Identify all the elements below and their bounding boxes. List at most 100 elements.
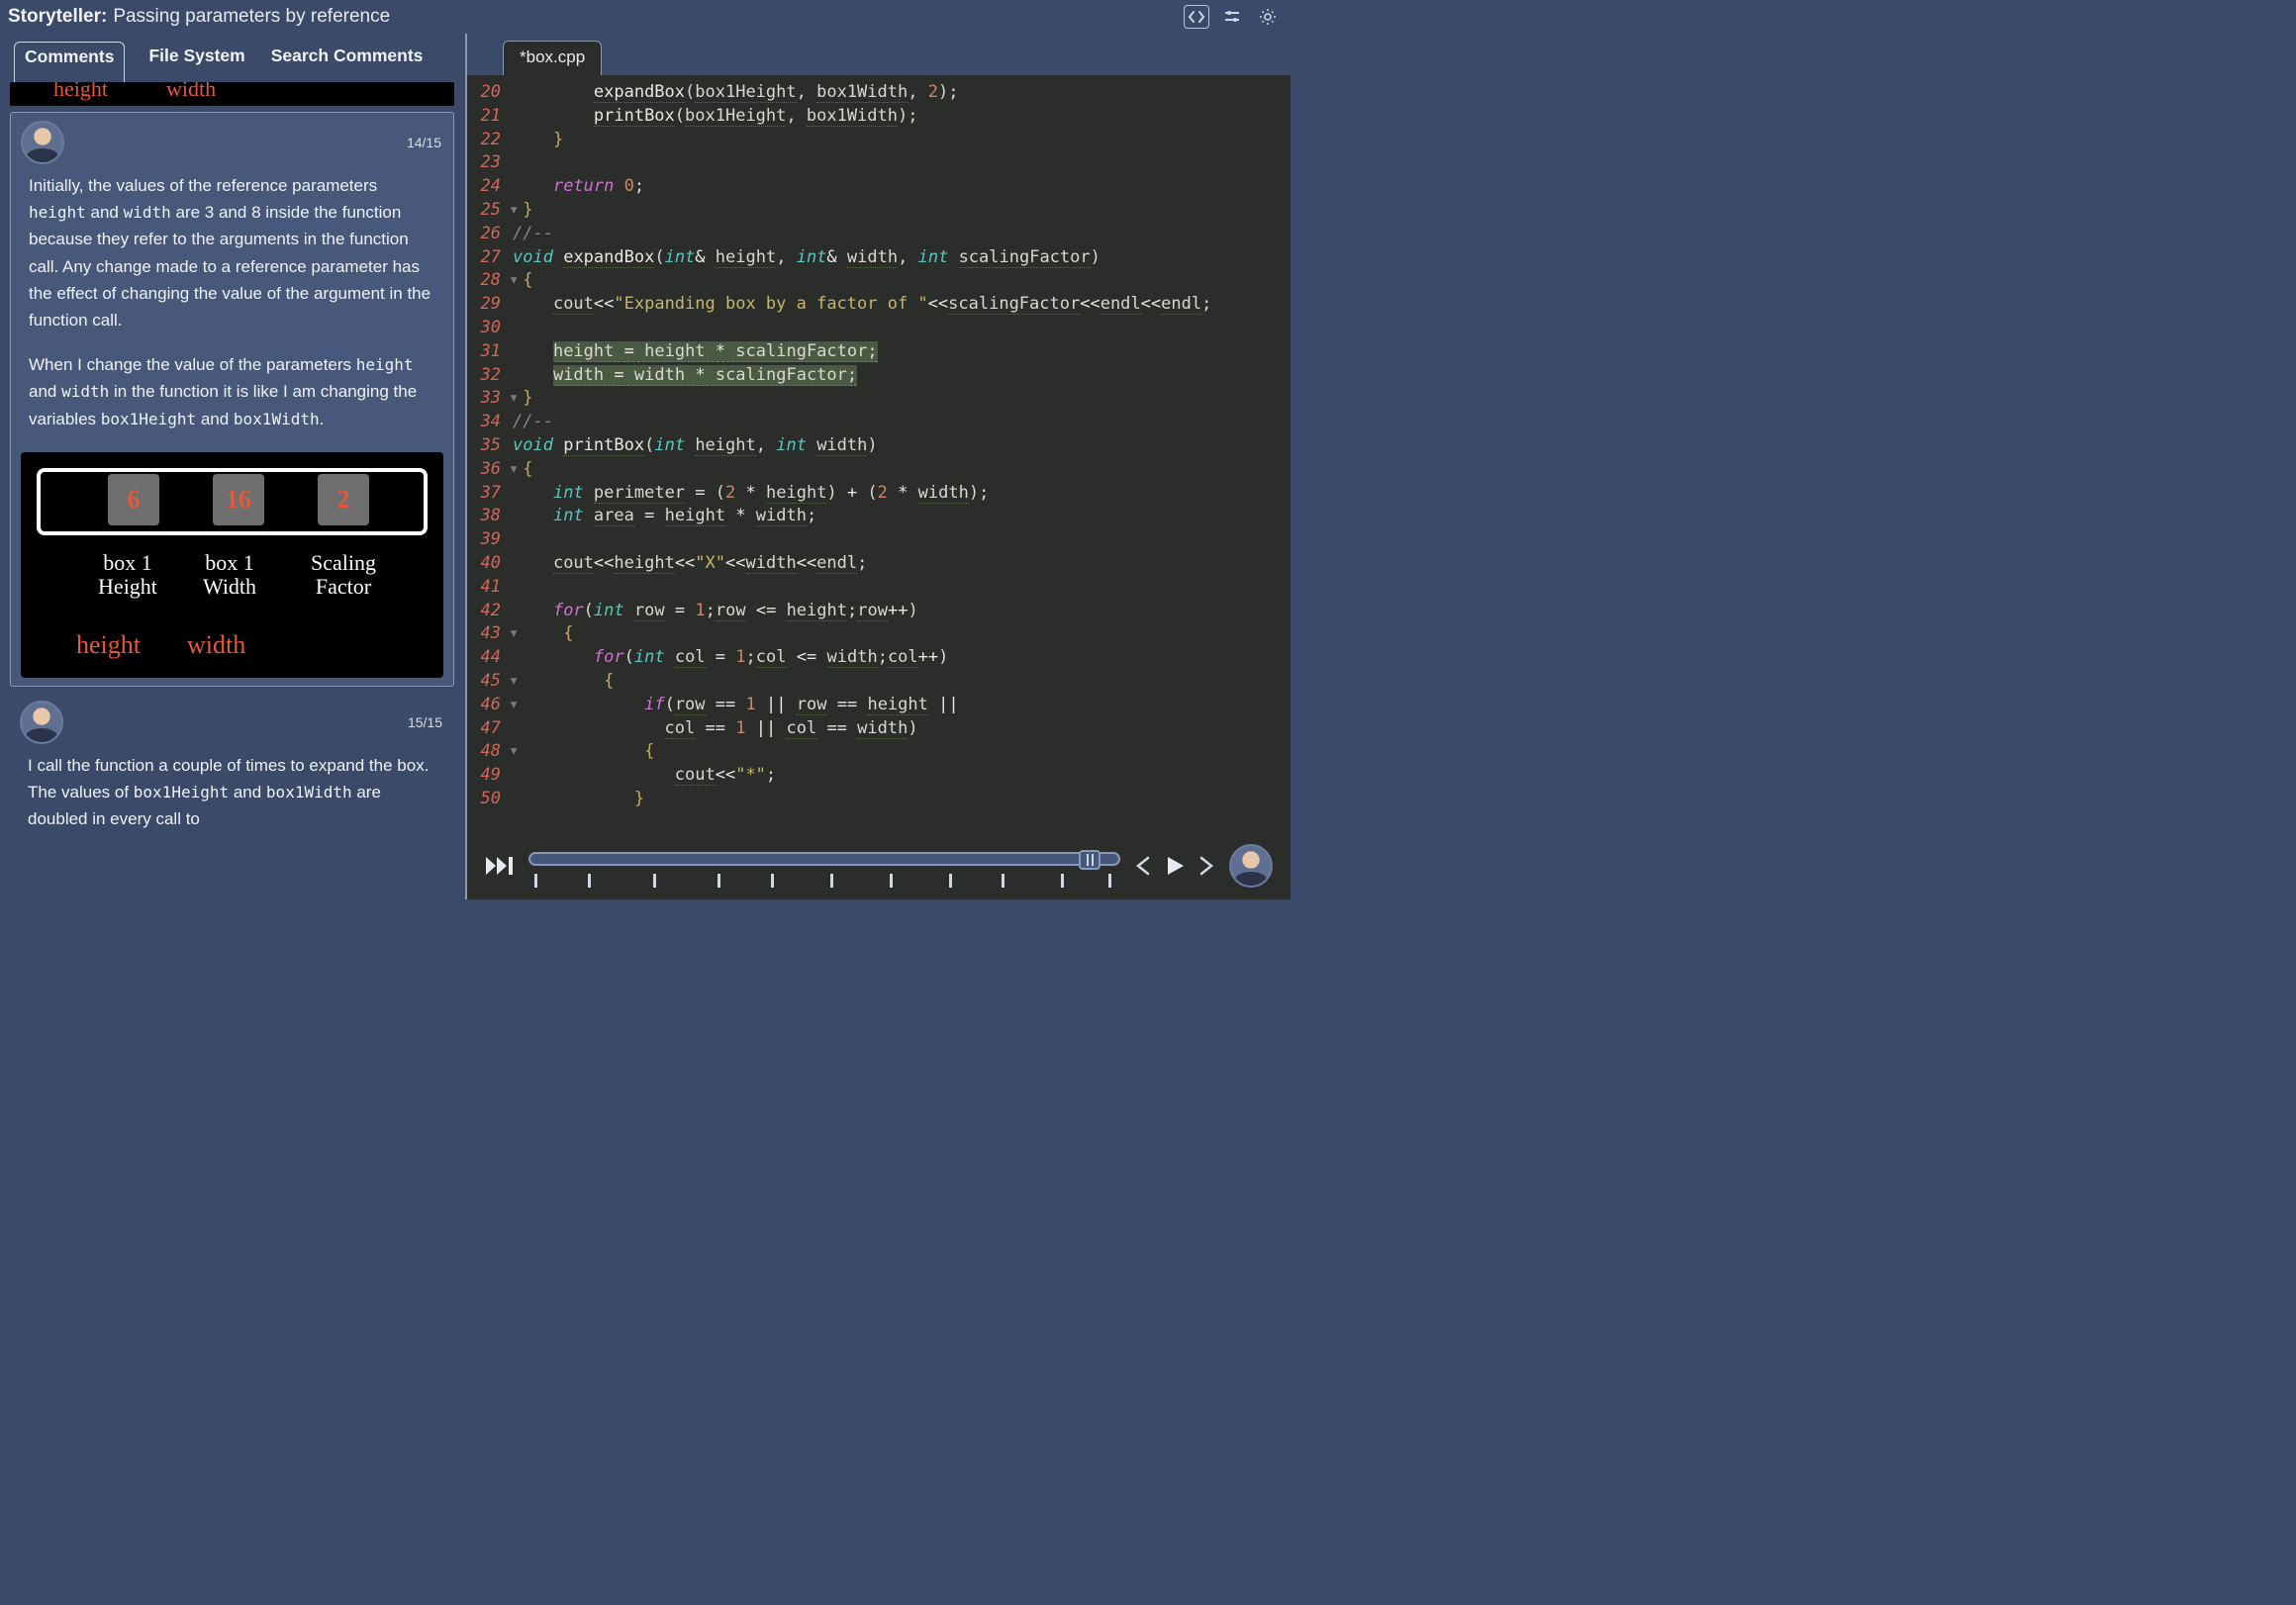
code-line[interactable]: 23 xyxy=(467,151,1291,175)
fold-toggle[interactable]: ▾ xyxy=(509,694,523,717)
code-editor[interactable]: 20 expandBox(box1Height, box1Width, 2);2… xyxy=(467,75,1291,830)
code-line[interactable]: 32 width = width * scalingFactor; xyxy=(467,364,1291,388)
file-tabbar: *box.cpp xyxy=(467,34,1291,75)
code-content: } xyxy=(513,129,563,152)
code-content: { xyxy=(523,670,614,694)
code-line[interactable]: 47 col == 1 || col == width) xyxy=(467,717,1291,741)
line-number: 30 xyxy=(467,317,511,340)
code-line[interactable]: 43▾ { xyxy=(467,622,1291,646)
progress-track[interactable] xyxy=(528,852,1120,866)
line-number: 32 xyxy=(467,364,511,388)
code-content xyxy=(513,151,523,175)
code-line[interactable]: 30 xyxy=(467,317,1291,340)
skip-forward-button[interactable] xyxy=(485,855,515,877)
code-line[interactable]: 36▾{ xyxy=(467,458,1291,482)
step-back-button[interactable] xyxy=(1134,856,1150,876)
tick-mark xyxy=(771,874,774,888)
comments-list[interactable]: height width 14/15 Initially, the values… xyxy=(0,82,464,899)
right-panel: *box.cpp 20 expandBox(box1Height, box1Wi… xyxy=(467,34,1291,899)
sketch-label: width xyxy=(187,630,245,660)
line-number: 26 xyxy=(467,223,511,246)
code-line[interactable]: 28▾{ xyxy=(467,269,1291,293)
code-line[interactable]: 42 for(int row = 1;row <= height;row++) xyxy=(467,600,1291,623)
fold-toggle[interactable]: ▾ xyxy=(509,387,523,411)
code-content: return 0; xyxy=(513,175,644,199)
line-number: 44 xyxy=(467,646,511,670)
tick-mark xyxy=(830,874,833,888)
line-number: 22 xyxy=(467,129,511,152)
code-line[interactable]: 38 int area = height * width; xyxy=(467,505,1291,528)
code-line[interactable]: 46▾ if(row == 1 || row == height || xyxy=(467,694,1291,717)
avatar[interactable] xyxy=(1229,844,1273,888)
line-number: 24 xyxy=(467,175,511,199)
sketch-label: height xyxy=(76,630,141,660)
step-forward-button[interactable] xyxy=(1199,856,1215,876)
code-content: int perimeter = (2 * height) + (2 * widt… xyxy=(513,482,989,506)
code-line[interactable]: 40 cout<<height<<"X"<<width<<endl; xyxy=(467,552,1291,576)
file-tab[interactable]: *box.cpp xyxy=(503,41,602,75)
tick-mark xyxy=(653,874,656,888)
app-title: Storyteller: xyxy=(8,6,107,28)
code-content: } xyxy=(523,199,532,223)
code-view-toggle[interactable] xyxy=(1184,5,1209,29)
left-tabs: Comments File System Search Comments xyxy=(0,34,464,82)
comment-card[interactable]: 15/15 I call the function a couple of ti… xyxy=(10,693,454,847)
code-line[interactable]: 35 void printBox(int height, int width) xyxy=(467,434,1291,458)
code-line[interactable]: 49 cout<<"*"; xyxy=(467,764,1291,788)
code-line[interactable]: 27 void expandBox(int& height, int& widt… xyxy=(467,246,1291,270)
code-line[interactable]: 22 } xyxy=(467,129,1291,152)
code-content: { xyxy=(523,740,654,764)
line-number: 46 xyxy=(467,694,511,717)
fold-toggle[interactable]: ▾ xyxy=(509,622,523,646)
line-number: 42 xyxy=(467,600,511,623)
line-number: 45 xyxy=(467,670,511,694)
header-toolbar xyxy=(1184,5,1281,29)
fold-toggle[interactable]: ▾ xyxy=(509,269,523,293)
code-line[interactable]: 24 return 0; xyxy=(467,175,1291,199)
code-line[interactable]: 20 expandBox(box1Height, box1Width, 2); xyxy=(467,81,1291,105)
settings-sliders-icon[interactable] xyxy=(1219,5,1245,29)
code-line[interactable]: 29 cout<<"Expanding box by a factor of "… xyxy=(467,293,1291,317)
code-line[interactable]: 44 for(int col = 1;col <= width;col++) xyxy=(467,646,1291,670)
code-line[interactable]: 45▾ { xyxy=(467,670,1291,694)
code-content: { xyxy=(523,622,573,646)
line-number: 33 xyxy=(467,387,511,411)
code-line[interactable]: 39 xyxy=(467,528,1291,552)
playback-controls xyxy=(467,830,1291,899)
code-content: for(int row = 1;row <= height;row++) xyxy=(513,600,918,623)
comment-header: 15/15 xyxy=(10,693,454,748)
comment-card[interactable]: 14/15 Initially, the values of the refer… xyxy=(10,112,454,687)
progress-thumb[interactable] xyxy=(1079,850,1100,870)
sketch-cell: 2 xyxy=(318,474,369,525)
app-subtitle: Passing parameters by reference xyxy=(113,6,390,28)
tab-search-comments[interactable]: Search Comments xyxy=(269,42,426,70)
code-content: width = width * scalingFactor; xyxy=(513,364,857,388)
code-line[interactable]: 26 //-- xyxy=(467,223,1291,246)
fold-toggle[interactable]: ▾ xyxy=(509,670,523,694)
code-content: height = height * scalingFactor; xyxy=(513,340,878,364)
playback-progress[interactable] xyxy=(528,844,1120,880)
code-line[interactable]: 34 //-- xyxy=(467,411,1291,434)
line-number: 25 xyxy=(467,199,511,223)
line-number: 47 xyxy=(467,717,511,741)
fold-toggle[interactable]: ▾ xyxy=(509,458,523,482)
tab-file-system[interactable]: File System xyxy=(146,42,246,70)
play-button[interactable] xyxy=(1164,855,1186,877)
code-line[interactable]: 41 xyxy=(467,576,1291,600)
code-line[interactable]: 33▾} xyxy=(467,387,1291,411)
code-line[interactable]: 37 int perimeter = (2 * height) + (2 * w… xyxy=(467,482,1291,506)
code-line[interactable]: 48▾ { xyxy=(467,740,1291,764)
fold-toggle[interactable]: ▾ xyxy=(509,740,523,764)
code-line[interactable]: 31 height = height * scalingFactor; xyxy=(467,340,1291,364)
avatar xyxy=(20,701,63,744)
code-content xyxy=(513,317,523,340)
code-line[interactable]: 21 printBox(box1Height, box1Width); xyxy=(467,105,1291,129)
progress-ticks xyxy=(528,874,1120,888)
gear-icon[interactable] xyxy=(1255,5,1281,29)
code-line[interactable]: 25▾} xyxy=(467,199,1291,223)
code-line[interactable]: 50 } xyxy=(467,788,1291,811)
fold-toggle[interactable]: ▾ xyxy=(509,199,523,223)
code-content: cout<<"*"; xyxy=(513,764,776,788)
tab-comments[interactable]: Comments xyxy=(14,42,125,82)
line-number: 29 xyxy=(467,293,511,317)
